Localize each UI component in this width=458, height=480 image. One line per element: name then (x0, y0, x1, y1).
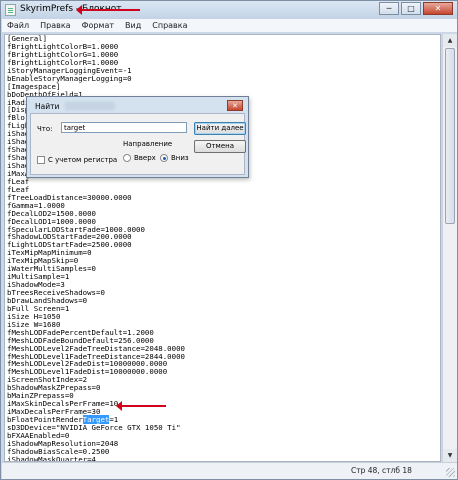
find-input[interactable] (61, 122, 187, 133)
cancel-button[interactable]: Отмена (194, 140, 246, 153)
direction-up-label: Вверх (134, 154, 156, 162)
find-dialog: Найти ✕ Что: Найти далее Отмена Направле… (26, 96, 249, 178)
text-line: iWaterMultiSamples=0 (7, 264, 96, 274)
blurred-region (65, 102, 115, 110)
find-next-button[interactable]: Найти далее (194, 122, 246, 135)
text-line: bEnableStoryManagerLogging=0 (7, 73, 132, 83)
direction-down-radio[interactable] (160, 154, 168, 162)
menu-view[interactable]: Вид (125, 19, 141, 32)
scroll-down-icon[interactable]: ▼ (443, 449, 457, 462)
status-bar: Стр 48, стлб 18 (2, 462, 457, 479)
text-line: iSize H=1050 (7, 311, 61, 321)
red-arrow-annotation (76, 5, 140, 15)
match-case-checkbox[interactable] (37, 156, 45, 164)
notepad-window: SkyrimPrefs - Блокнот ─ □ ✕ Файл Правка … (0, 0, 458, 480)
dialog-title: Найти (35, 102, 60, 111)
scroll-thumb[interactable] (445, 48, 455, 224)
direction-label: Направление (123, 140, 173, 148)
notepad-icon (5, 4, 16, 16)
dialog-body: Что: Найти далее Отмена Направление Ввер… (30, 113, 246, 175)
minimize-button[interactable]: ─ (379, 2, 399, 15)
text-line: bDrawLandShadows=0 (7, 295, 88, 305)
title-bar[interactable]: SkyrimPrefs - Блокнот ─ □ ✕ (1, 1, 457, 19)
match-case-label: С учетом регистра (48, 156, 118, 164)
cursor-position: Стр 48, стлб 18 (351, 466, 412, 475)
direction-up-radio[interactable] (123, 154, 131, 162)
text-line: bFull Screen=1 (7, 303, 70, 313)
red-arrow-annotation (116, 401, 166, 411)
maximize-button[interactable]: □ (401, 2, 421, 15)
menu-format[interactable]: Формат (82, 19, 114, 32)
menu-bar: Файл Правка Формат Вид Справка (2, 19, 457, 33)
close-button[interactable]: ✕ (423, 2, 453, 15)
text-line: fTreeLoadDistance=30000.0000 (7, 192, 132, 202)
direction-down-label: Вниз (171, 154, 189, 162)
text-line: fLeaf (7, 176, 30, 186)
resize-grip-icon[interactable] (446, 468, 455, 477)
menu-file[interactable]: Файл (7, 19, 29, 32)
dialog-close-button[interactable]: ✕ (227, 100, 243, 111)
scroll-up-icon[interactable]: ▲ (443, 34, 457, 47)
vertical-scrollbar[interactable]: ▲ ▼ (442, 34, 457, 462)
text-line: iMultiSample=1 (7, 272, 70, 282)
find-label: Что: (37, 125, 53, 133)
text-line: sD3DDevice="NVIDIA GeForce GTX 1050 Ti" (7, 422, 181, 432)
menu-edit[interactable]: Правка (40, 19, 70, 32)
menu-help[interactable]: Справка (152, 19, 187, 32)
